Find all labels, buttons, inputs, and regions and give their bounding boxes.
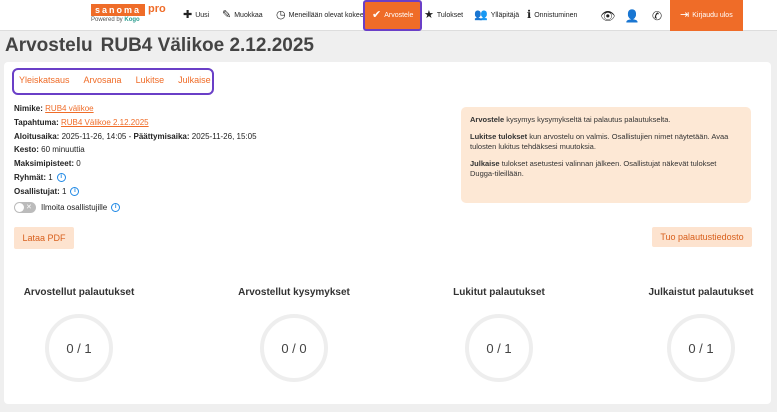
aloitus-value: 2025-11-26, 14:05 bbox=[61, 131, 127, 141]
notify-info-icon[interactable]: i bbox=[111, 202, 121, 212]
powered-text: Powered by bbox=[91, 17, 123, 23]
paattymis-label: Päättymisaika: bbox=[133, 131, 190, 141]
nav-tulokset-label: Tulokset bbox=[436, 12, 464, 19]
maksimi-label: Maksimipisteet: bbox=[14, 159, 75, 169]
osallistujat-label: Osallistujat: bbox=[14, 186, 60, 196]
paattymis-value: 2025-11-26, 15:05 bbox=[191, 131, 257, 141]
download-pdf-button[interactable]: Lataa PDF bbox=[14, 227, 74, 249]
help-julkaise-text: tulokset asetustesi valinnan jälkeen. Os… bbox=[470, 158, 717, 179]
notify-participants-toggle[interactable]: ✕ bbox=[14, 201, 36, 213]
help-julkaise-bold: Julkaise bbox=[470, 158, 500, 168]
detail-ryhmat: Ryhmät: 1i bbox=[14, 171, 257, 185]
tab-bar: Yleiskatsaus Arvosana Lukitse Julkaise ·… bbox=[12, 68, 214, 95]
help-lukitse-bold: Lukitse tulokset bbox=[470, 131, 528, 141]
aloitus-label: Aloitusaika: bbox=[14, 131, 60, 141]
detail-kesto: Kesto: 60 minuuttia bbox=[14, 143, 257, 157]
tapahtuma-link[interactable]: RUB4 Välikoe 2.12.2025 bbox=[61, 118, 149, 127]
tab-lukitse[interactable]: Lukitse bbox=[136, 70, 165, 93]
nimike-link[interactable]: RUB4 välikoe bbox=[45, 104, 93, 113]
nimike-label: Nimike: bbox=[14, 104, 43, 113]
nav-arvostele-label: Arvostele bbox=[384, 12, 414, 19]
help-arvostele-bold: Arvostele bbox=[470, 115, 505, 124]
exam-details: Nimike: RUB4 välikoe Tapahtuma: RUB4 Väl… bbox=[14, 102, 257, 214]
stat-label: Arvostellut kysymykset bbox=[238, 287, 350, 298]
toggle-knob bbox=[15, 202, 24, 212]
nav-uusi-label: Uusi bbox=[195, 12, 210, 19]
help-arvostele-text: kysymys kysymykseltä tai palautus palaut… bbox=[504, 115, 671, 124]
eye-icon[interactable]: 👁 bbox=[596, 0, 620, 31]
user-icon[interactable]: 👤 bbox=[620, 0, 644, 31]
help-arvostele: Arvostele kysymys kysymykseltä tai palau… bbox=[470, 115, 742, 126]
stat-value: 0 / 1 bbox=[465, 314, 533, 382]
logo-brand: sanoma bbox=[91, 4, 146, 16]
ryhmat-info-icon[interactable]: i bbox=[56, 173, 66, 183]
stat-value: 0 / 0 bbox=[260, 314, 328, 382]
nav-tulokset[interactable]: ★ Tulokset bbox=[424, 0, 463, 31]
page-title-text: Arvostelu bbox=[5, 35, 93, 56]
detail-osallistujat: Osallistujat: 1i bbox=[14, 185, 257, 199]
users-icon: 👥 bbox=[474, 9, 488, 21]
nav-uusi[interactable]: ✚ Uusi bbox=[183, 0, 209, 31]
phone-icon[interactable]: ✆ bbox=[645, 0, 669, 31]
stat-label: Arvostellut palautukset bbox=[23, 287, 135, 298]
logout-button[interactable]: ⇥ Kirjaudu ulos bbox=[670, 0, 743, 31]
star-icon: ★ bbox=[424, 9, 434, 21]
toggle-off-icon: ✕ bbox=[26, 203, 32, 211]
tab-yleiskatsaus[interactable]: Yleiskatsaus bbox=[19, 70, 70, 93]
tapahtuma-label: Tapahtuma: bbox=[14, 117, 59, 127]
logout-icon: ⇥ bbox=[680, 9, 690, 21]
help-julkaise: Julkaise tulokset asetustesi valinnan jä… bbox=[470, 159, 742, 180]
logo-powered-by: Powered by Kogo bbox=[91, 17, 140, 23]
top-navbar: sanoma pro Powered by Kogo ✚ Uusi ✎ Muokka… bbox=[0, 0, 777, 31]
nav-yllapitaja-label: Ylläpitäjä bbox=[490, 12, 520, 19]
help-lukitse: Lukitse tulokset kun arvostelu on valmis… bbox=[470, 132, 742, 153]
nav-meneillaan[interactable]: ◷ Meneillään olevat kokeet bbox=[276, 0, 366, 31]
detail-maksimipisteet: Maksimipisteet: 0 bbox=[14, 157, 257, 171]
notify-participants-row: ✕ Ilmoita osallistujille i bbox=[14, 201, 257, 215]
nav-onnistuminen-label: Onnistuminen bbox=[534, 12, 578, 19]
logo-pro: pro bbox=[148, 3, 166, 15]
sanoma-pro-logo[interactable]: sanoma pro Powered by Kogo bbox=[91, 3, 171, 28]
stat-label: Lukitut palautukset bbox=[453, 287, 545, 298]
nav-muokkaa-label: Muokkaa bbox=[234, 12, 263, 19]
detail-nimike: Nimike: RUB4 välikoe bbox=[14, 102, 257, 116]
stat-arvostellut-kysymykset: Arvostellut kysymykset 0 / 0 bbox=[219, 287, 369, 382]
info-i-icon: ℹ bbox=[527, 9, 532, 21]
notify-participants-label: Ilmoita osallistujille bbox=[41, 202, 108, 212]
nav-onnistuminen[interactable]: ℹ Onnistuminen bbox=[527, 0, 577, 31]
nav-arvostele[interactable]: ✔ Arvostele bbox=[363, 0, 423, 31]
nav-meneillaan-label: Meneillään olevat kokeet bbox=[288, 12, 366, 19]
ryhmat-value: 1 bbox=[48, 172, 53, 182]
grading-card: Yleiskatsaus Arvosana Lukitse Julkaise ·… bbox=[4, 62, 771, 404]
stat-value: 0 / 1 bbox=[667, 314, 735, 382]
nav-muokkaa[interactable]: ✎ Muokkaa bbox=[222, 0, 263, 31]
partner-text: Kogo bbox=[124, 17, 140, 23]
tab-arvosana[interactable]: Arvosana bbox=[84, 70, 122, 93]
page-title-code: RUB4 Välikoe 2.12.2025 bbox=[100, 35, 314, 56]
help-box: Arvostele kysymys kysymykseltä tai palau… bbox=[461, 107, 751, 203]
osallistujat-value: 1 bbox=[62, 186, 67, 196]
clock-icon: ◷ bbox=[276, 9, 286, 21]
ryhmat-label: Ryhmät: bbox=[14, 172, 47, 182]
osallistujat-info-icon[interactable]: i bbox=[70, 187, 80, 197]
check-icon: ✔ bbox=[372, 9, 382, 21]
stat-label: Julkaistut palautukset bbox=[648, 287, 754, 298]
tab-julkaise[interactable]: Julkaise bbox=[178, 70, 211, 93]
detail-times: Aloitusaika: 2025-11-26, 14:05 - Päättym… bbox=[14, 131, 257, 141]
logout-label: Kirjaudu ulos bbox=[692, 12, 733, 19]
page-title: Arvostelu RUB4 Välikoe 2.12.2025 bbox=[5, 35, 314, 57]
import-submission-button[interactable]: Tuo palautustiedosto bbox=[652, 227, 752, 247]
stat-value: 0 / 1 bbox=[45, 314, 113, 382]
plus-icon: ✚ bbox=[183, 9, 193, 21]
edit-icon: ✎ bbox=[222, 9, 232, 21]
nav-yllapitaja[interactable]: 👥 Ylläpitäjä bbox=[474, 0, 519, 31]
maksimi-value: 0 bbox=[76, 159, 81, 169]
stat-julkaistut-palautukset: Julkaistut palautukset 0 / 1 bbox=[626, 287, 776, 382]
stat-arvostellut-palautukset: Arvostellut palautukset 0 / 1 bbox=[4, 287, 154, 382]
stat-lukitut-palautukset: Lukitut palautukset 0 / 1 bbox=[424, 287, 574, 382]
detail-tapahtuma: Tapahtuma: RUB4 Välikoe 2.12.2025 bbox=[14, 116, 257, 130]
kesto-label: Kesto: bbox=[14, 145, 39, 155]
kesto-value: 60 minuuttia bbox=[41, 145, 85, 155]
